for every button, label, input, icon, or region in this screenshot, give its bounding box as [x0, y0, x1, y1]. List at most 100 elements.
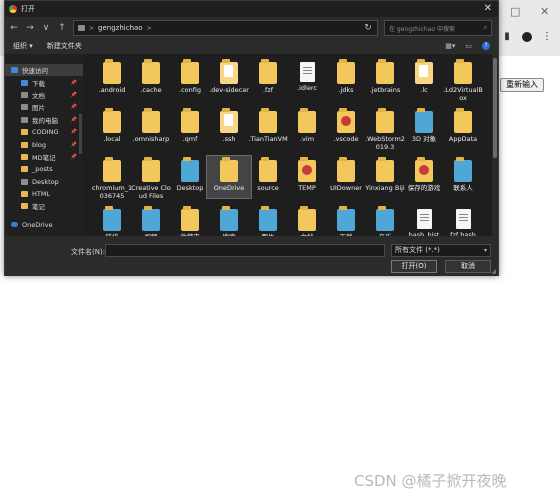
file-item[interactable]: source: [247, 157, 289, 192]
file-item[interactable]: .WebStorm2019.3: [364, 108, 406, 151]
file-item[interactable]: .local: [91, 108, 133, 143]
avatar-icon[interactable]: [522, 32, 532, 42]
folder-icon: [415, 108, 433, 133]
folder-icon: [21, 153, 28, 160]
file-item[interactable]: 保存的游戏: [403, 157, 445, 192]
view-options-icon[interactable]: ▦▾: [445, 42, 455, 50]
pin-icon: 📌: [70, 116, 77, 123]
sidebar-item[interactable]: 快速访问: [5, 64, 83, 77]
sidebar-item[interactable]: 文档 📌: [5, 89, 83, 101]
new-folder-button[interactable]: 新建文件夹: [47, 41, 82, 51]
back-icon[interactable]: ←: [9, 23, 19, 33]
file-list-scrollbar[interactable]: [492, 54, 498, 236]
sidebar-item[interactable]: 图片 📌: [5, 101, 83, 113]
folder-icon: [259, 59, 277, 84]
sidebar-icon[interactable]: ▮: [502, 32, 512, 42]
chevron-right-icon[interactable]: >: [147, 25, 152, 32]
up-icon[interactable]: ↑: [57, 23, 67, 33]
sidebar-item[interactable]: HTML: [5, 188, 83, 200]
file-item[interactable]: .fzf: [247, 59, 289, 94]
file-item[interactable]: .jetbrains: [364, 59, 406, 94]
resize-grip-icon[interactable]: ◢: [491, 268, 496, 275]
file-item[interactable]: .dev-sidecar: [208, 59, 250, 94]
forward-icon[interactable]: →: [25, 23, 35, 33]
file-item[interactable]: .vim: [286, 108, 328, 143]
scrollbar-thumb[interactable]: [493, 58, 497, 158]
file-label: Creative Cloud Files: [131, 184, 171, 200]
organize-button[interactable]: 组织 ▾: [13, 41, 33, 51]
file-item[interactable]: .config: [169, 59, 211, 94]
address-bar[interactable]: > gengzhichao > ↻: [73, 20, 378, 36]
open-button[interactable]: 打开(O): [391, 260, 437, 273]
file-item[interactable]: fzf bash: [442, 209, 484, 236]
folder-icon: [142, 108, 160, 133]
preview-pane-icon[interactable]: ▭: [465, 42, 472, 50]
folder-icon: [337, 157, 355, 182]
sidebar-item[interactable]: 笔记: [5, 200, 83, 212]
file-item[interactable]: .ssh: [208, 108, 250, 143]
file-item[interactable]: .android: [91, 59, 133, 94]
file-item[interactable]: .lc: [403, 59, 445, 94]
help-icon[interactable]: ?: [482, 42, 490, 50]
search-input[interactable]: 在 gengzhichao 中搜索 ⌕: [384, 20, 492, 36]
file-label: .android: [98, 86, 126, 94]
file-item[interactable]: Creative Cloud Files: [130, 157, 172, 200]
sidebar-scrollbar[interactable]: [79, 114, 82, 154]
file-item[interactable]: 链接: [91, 206, 133, 236]
file-item[interactable]: 视频: [130, 206, 172, 236]
file-item[interactable]: AppData: [442, 108, 484, 143]
reinput-button[interactable]: 重新输入: [500, 78, 544, 92]
address-segment[interactable]: gengzhichao: [98, 24, 143, 32]
file-label: .jdks: [338, 86, 354, 94]
folder-icon: [220, 206, 238, 231]
recent-locations-icon[interactable]: ∨: [41, 23, 51, 33]
sidebar-item[interactable]: MD笔记 📌: [5, 151, 83, 163]
file-item[interactable]: .cache: [130, 59, 172, 94]
file-item[interactable]: UIDowner: [325, 157, 367, 192]
file-item[interactable]: 音乐: [364, 206, 406, 236]
file-item[interactable]: 联系人: [442, 157, 484, 192]
file-item[interactable]: .jdks: [325, 59, 367, 94]
file-item[interactable]: 图片: [247, 206, 289, 236]
dialog-title: 打开: [21, 5, 35, 13]
filetype-select[interactable]: 所有文件 (*.*) ▾: [391, 244, 491, 257]
file-item[interactable]: .Ld2VirtualBox: [442, 59, 484, 102]
file-item[interactable]: TEMP: [286, 157, 328, 192]
file-item[interactable]: bash_hist: [403, 209, 445, 236]
folder-icon: [142, 157, 160, 182]
cancel-button[interactable]: 取消: [445, 260, 491, 273]
menu-icon[interactable]: ⋮: [542, 32, 552, 42]
file-item[interactable]: 文档: [286, 206, 328, 236]
file-item[interactable]: .TianTianVM: [247, 108, 289, 143]
filename-label: 文件名(N):: [71, 248, 106, 256]
folder-icon: [21, 141, 28, 148]
close-icon[interactable]: ✕: [484, 3, 492, 14]
sidebar-item[interactable]: 下载 📌: [5, 76, 83, 88]
sidebar-item[interactable]: 我的电脑 📌: [5, 114, 83, 126]
file-label: AppData: [448, 135, 478, 143]
filename-input[interactable]: [105, 244, 385, 257]
file-label: chromium_1036745: [91, 184, 133, 200]
file-item[interactable]: 搜索: [208, 206, 250, 236]
file-item[interactable]: .qmf: [169, 108, 211, 143]
dialog-footer: 文件名(N): 所有文件 (*.*) ▾ 打开(O) 取消 ◢: [5, 238, 498, 276]
close-icon[interactable]: ✕: [540, 5, 549, 18]
minimize-icon[interactable]: □: [510, 5, 520, 18]
file-item[interactable]: Yinxiang Biji: [364, 157, 406, 192]
file-item[interactable]: OneDrive: [206, 155, 252, 199]
file-item[interactable]: 收藏夹: [169, 206, 211, 236]
file-item[interactable]: .omnisharp: [130, 108, 172, 143]
file-item[interactable]: Desktop: [169, 157, 211, 192]
file-item[interactable]: 3D 对象: [403, 108, 445, 143]
file-item[interactable]: chromium_1036745: [91, 157, 133, 200]
sidebar-item[interactable]: _posts: [5, 163, 83, 175]
file-label: .local: [103, 135, 121, 143]
refresh-icon[interactable]: ↻: [363, 23, 373, 33]
file-item[interactable]: .vscode: [325, 108, 367, 143]
sidebar-item[interactable]: OneDrive: [5, 219, 83, 231]
file-item[interactable]: 下载: [325, 206, 367, 236]
sidebar-item[interactable]: CODING 📌: [5, 126, 83, 138]
sidebar-item[interactable]: Desktop: [5, 176, 83, 188]
sidebar-item[interactable]: blog 📌: [5, 138, 83, 150]
file-item[interactable]: .idlerc: [286, 62, 328, 92]
